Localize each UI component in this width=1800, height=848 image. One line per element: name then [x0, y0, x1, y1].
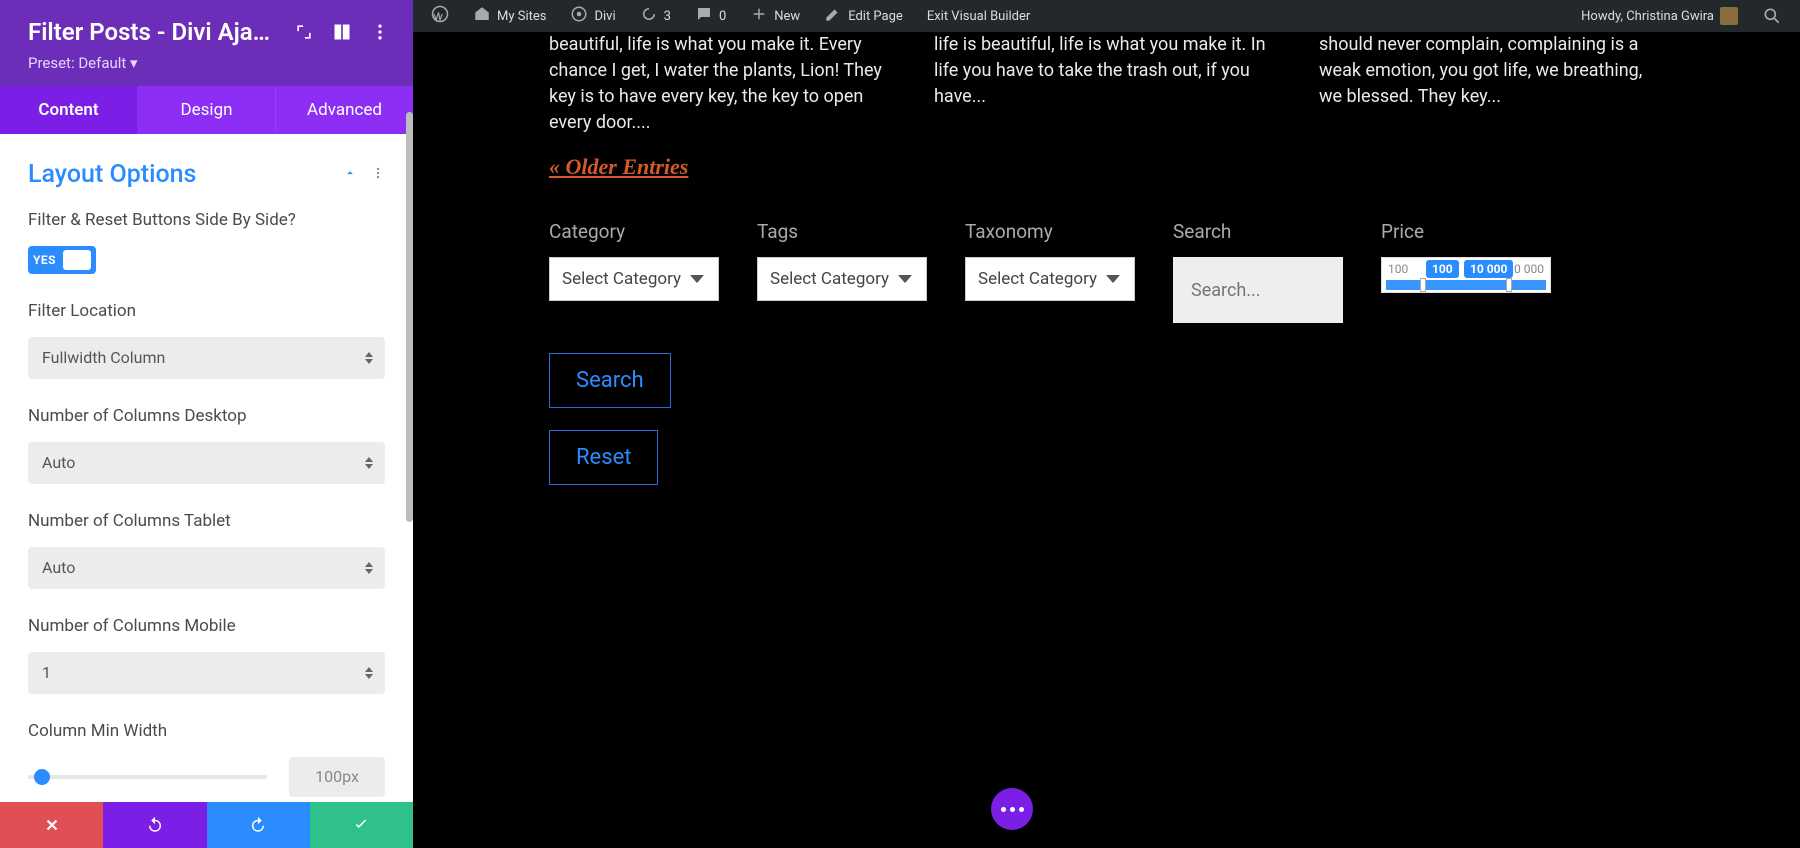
post-excerpt: beautiful, life is what you make it. Eve…: [549, 32, 894, 136]
tab-design[interactable]: Design: [138, 86, 276, 134]
howdy-link[interactable]: Howdy, Christina Gwira: [1571, 0, 1748, 32]
post-excerpt: life is beautiful, life is what you make…: [934, 32, 1279, 136]
admin-search-icon[interactable]: [1752, 0, 1792, 32]
filter-heading: Search: [1173, 220, 1343, 243]
cancel-button[interactable]: [0, 802, 103, 848]
field-label: Filter & Reset Buttons Side By Side?: [28, 209, 385, 232]
side-by-side-toggle[interactable]: YES: [28, 246, 96, 274]
reset-button[interactable]: Reset: [549, 430, 658, 485]
select-caret-icon: [365, 667, 373, 679]
price-handle-min[interactable]: [1420, 278, 1426, 292]
section-title: Layout Options: [28, 160, 196, 189]
my-sites-link[interactable]: My Sites: [463, 0, 556, 32]
tags-select[interactable]: Select Category: [757, 257, 927, 301]
col-min-width-slider[interactable]: [28, 775, 267, 779]
new-link[interactable]: New: [740, 0, 810, 32]
filter-location-select[interactable]: Fullwidth Column: [28, 337, 385, 379]
comments-link[interactable]: 0: [685, 0, 736, 32]
sidebar-tabs: Content Design Advanced: [0, 86, 413, 134]
post-excerpt: should never complain, complaining is a …: [1319, 32, 1664, 136]
older-entries-link[interactable]: « Older Entries: [549, 154, 688, 179]
undo-button[interactable]: [103, 802, 206, 848]
col-min-width-value[interactable]: 100px: [289, 757, 385, 797]
tab-advanced[interactable]: Advanced: [276, 86, 413, 134]
category-select[interactable]: Select Category: [549, 257, 719, 301]
sidebar-footer: [0, 802, 413, 848]
wp-admin-bar: My Sites Divi 3 0 New Edit Page Exit Vis…: [413, 0, 1800, 32]
updates-link[interactable]: 3: [630, 0, 681, 32]
builder-fab[interactable]: [991, 788, 1033, 830]
field-label: Filter Location: [28, 300, 385, 323]
select-caret-icon: [365, 352, 373, 364]
redo-button[interactable]: [207, 802, 310, 848]
scrollbar-thumb[interactable]: [406, 112, 413, 522]
select-caret-icon: [365, 562, 373, 574]
taxonomy-select[interactable]: Select Category: [965, 257, 1135, 301]
filter-heading: Taxonomy: [965, 220, 1135, 243]
collapse-icon[interactable]: [343, 165, 357, 184]
cols-tablet-select[interactable]: Auto: [28, 547, 385, 589]
preset-selector[interactable]: Preset: Default ▾: [28, 54, 393, 72]
cols-mobile-select[interactable]: 1: [28, 652, 385, 694]
tab-content[interactable]: Content: [0, 86, 138, 134]
settings-sidebar: Filter Posts - Divi Ajax Filter... Prese…: [0, 0, 413, 848]
sidebar-body: Layout Options Filter & Reset Buttons Si…: [0, 134, 413, 802]
price-range-slider[interactable]: 100 10 000 100 10 000: [1381, 257, 1551, 293]
price-handle-max[interactable]: [1506, 278, 1512, 292]
chevron-down-icon: [898, 275, 912, 283]
site-link[interactable]: Divi: [560, 0, 625, 32]
expand-icon[interactable]: [291, 19, 317, 45]
field-label: Number of Columns Tablet: [28, 510, 385, 533]
kebab-icon[interactable]: [367, 19, 393, 45]
exit-visual-builder-link[interactable]: Exit Visual Builder: [917, 0, 1040, 32]
field-label: Number of Columns Desktop: [28, 405, 385, 428]
sidebar-header: Filter Posts - Divi Ajax Filter... Prese…: [0, 0, 413, 86]
avatar: [1720, 7, 1738, 25]
edit-page-link[interactable]: Edit Page: [814, 0, 913, 32]
chevron-down-icon: [690, 275, 704, 283]
field-label: Column Min Width: [28, 720, 385, 743]
search-button[interactable]: Search: [549, 353, 671, 408]
toggle-knob: [63, 250, 91, 270]
field-label: Number of Columns Mobile: [28, 615, 385, 638]
wp-logo-icon[interactable]: [421, 0, 459, 32]
section-menu-icon[interactable]: [371, 165, 385, 184]
module-title: Filter Posts - Divi Ajax Filter...: [28, 18, 279, 46]
columns-icon[interactable]: [329, 19, 355, 45]
chevron-down-icon: [1106, 275, 1120, 283]
filter-heading: Tags: [757, 220, 927, 243]
search-input[interactable]: [1173, 257, 1343, 323]
filter-heading: Category: [549, 220, 719, 243]
cols-desktop-select[interactable]: Auto: [28, 442, 385, 484]
page-preview: beautiful, life is what you make it. Eve…: [413, 32, 1800, 848]
filter-heading: Price: [1381, 220, 1551, 243]
save-button[interactable]: [310, 802, 413, 848]
select-caret-icon: [365, 457, 373, 469]
